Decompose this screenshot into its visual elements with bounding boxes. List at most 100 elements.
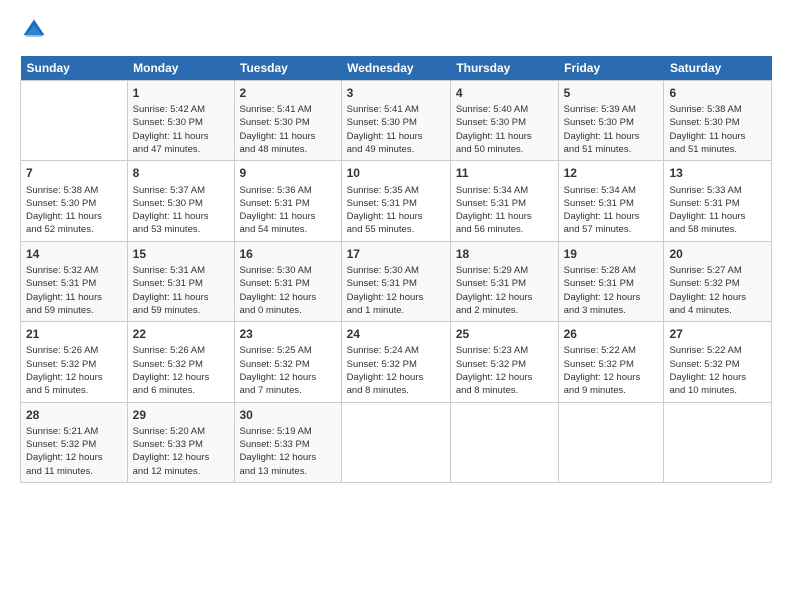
day-info: Sunrise: 5:19 AM Sunset: 5:33 PM Dayligh… — [240, 425, 336, 478]
day-info: Sunrise: 5:25 AM Sunset: 5:32 PM Dayligh… — [240, 344, 336, 397]
day-info: Sunrise: 5:27 AM Sunset: 5:32 PM Dayligh… — [669, 264, 766, 317]
day-number: 21 — [26, 326, 122, 342]
day-info: Sunrise: 5:21 AM Sunset: 5:32 PM Dayligh… — [26, 425, 122, 478]
day-info: Sunrise: 5:22 AM Sunset: 5:32 PM Dayligh… — [564, 344, 659, 397]
day-number: 9 — [240, 165, 336, 181]
day-cell: 23 Sunrise: 5:25 AM Sunset: 5:32 PM Dayli… — [234, 322, 341, 402]
day-info: Sunrise: 5:26 AM Sunset: 5:32 PM Dayligh… — [26, 344, 122, 397]
day-number: 22 — [133, 326, 229, 342]
day-cell: 5 Sunrise: 5:39 AM Sunset: 5:30 PM Daylig… — [558, 81, 664, 161]
header-cell-thursday: Thursday — [450, 56, 558, 81]
calendar-table: SundayMondayTuesdayWednesdayThursdayFrid… — [20, 56, 772, 483]
day-info: Sunrise: 5:39 AM Sunset: 5:30 PM Dayligh… — [564, 103, 659, 156]
day-cell: 19Sunrise: 5:28 AM Sunset: 5:31 PM Dayli… — [558, 241, 664, 321]
day-info: Sunrise: 5:34 AM Sunset: 5:31 PM Dayligh… — [456, 184, 553, 237]
day-number: 30 — [240, 407, 336, 423]
day-number: 2 — [240, 85, 336, 101]
day-cell: 4 Sunrise: 5:40 AM Sunset: 5:30 PM Daylig… — [450, 81, 558, 161]
header-cell-monday: Monday — [127, 56, 234, 81]
logo-icon — [20, 16, 48, 44]
day-number: 16 — [240, 246, 336, 262]
day-number: 27 — [669, 326, 766, 342]
day-number: 4 — [456, 85, 553, 101]
day-cell — [341, 402, 450, 482]
day-cell: 26 Sunrise: 5:22 AM Sunset: 5:32 PM Dayli… — [558, 322, 664, 402]
header-cell-tuesday: Tuesday — [234, 56, 341, 81]
day-cell — [450, 402, 558, 482]
day-number: 15 — [133, 246, 229, 262]
day-info: Sunrise: 5:29 AM Sunset: 5:31 PM Dayligh… — [456, 264, 553, 317]
day-info: Sunrise: 5:20 AM Sunset: 5:33 PM Dayligh… — [133, 425, 229, 478]
calendar-body: 1 Sunrise: 5:42 AM Sunset: 5:30 PM Daylig… — [21, 81, 772, 483]
header-cell-saturday: Saturday — [664, 56, 772, 81]
week-row-3: 14 Sunrise: 5:32 AM Sunset: 5:31 PM Dayli… — [21, 241, 772, 321]
day-info: Sunrise: 5:40 AM Sunset: 5:30 PM Dayligh… — [456, 103, 553, 156]
day-info: Sunrise: 5:31 AM Sunset: 5:31 PM Dayligh… — [133, 264, 229, 317]
day-info: Sunrise: 5:41 AM Sunset: 5:30 PM Dayligh… — [240, 103, 336, 156]
day-number: 11 — [456, 165, 553, 181]
day-info: Sunrise: 5:41 AM Sunset: 5:30 PM Dayligh… — [347, 103, 445, 156]
day-info: Sunrise: 5:23 AM Sunset: 5:32 PM Dayligh… — [456, 344, 553, 397]
day-cell: 12Sunrise: 5:34 AM Sunset: 5:31 PM Dayli… — [558, 161, 664, 241]
day-cell: 11 Sunrise: 5:34 AM Sunset: 5:31 PM Dayli… — [450, 161, 558, 241]
day-number: 8 — [133, 165, 229, 181]
header-cell-friday: Friday — [558, 56, 664, 81]
day-cell: 24 Sunrise: 5:24 AM Sunset: 5:32 PM Dayli… — [341, 322, 450, 402]
day-number: 14 — [26, 246, 122, 262]
day-cell: 13Sunrise: 5:33 AM Sunset: 5:31 PM Dayli… — [664, 161, 772, 241]
day-cell — [21, 81, 128, 161]
day-number: 17 — [347, 246, 445, 262]
day-number: 6 — [669, 85, 766, 101]
day-info: Sunrise: 5:38 AM Sunset: 5:30 PM Dayligh… — [26, 184, 122, 237]
day-number: 18 — [456, 246, 553, 262]
day-info: Sunrise: 5:30 AM Sunset: 5:31 PM Dayligh… — [240, 264, 336, 317]
day-number: 20 — [669, 246, 766, 262]
day-info: Sunrise: 5:38 AM Sunset: 5:30 PM Dayligh… — [669, 103, 766, 156]
day-cell: 17 Sunrise: 5:30 AM Sunset: 5:31 PM Dayli… — [341, 241, 450, 321]
day-cell: 10Sunrise: 5:35 AM Sunset: 5:31 PM Dayli… — [341, 161, 450, 241]
day-info: Sunrise: 5:24 AM Sunset: 5:32 PM Dayligh… — [347, 344, 445, 397]
day-number: 25 — [456, 326, 553, 342]
day-cell: 20 Sunrise: 5:27 AM Sunset: 5:32 PM Dayli… — [664, 241, 772, 321]
week-row-4: 21 Sunrise: 5:26 AM Sunset: 5:32 PM Dayli… — [21, 322, 772, 402]
day-cell: 1 Sunrise: 5:42 AM Sunset: 5:30 PM Daylig… — [127, 81, 234, 161]
day-info: Sunrise: 5:26 AM Sunset: 5:32 PM Dayligh… — [133, 344, 229, 397]
day-cell — [664, 402, 772, 482]
day-number: 29 — [133, 407, 229, 423]
day-cell: 9 Sunrise: 5:36 AM Sunset: 5:31 PM Daylig… — [234, 161, 341, 241]
week-row-1: 1 Sunrise: 5:42 AM Sunset: 5:30 PM Daylig… — [21, 81, 772, 161]
week-row-2: 7 Sunrise: 5:38 AM Sunset: 5:30 PM Daylig… — [21, 161, 772, 241]
day-number: 10 — [347, 165, 445, 181]
logo — [20, 16, 52, 44]
day-info: Sunrise: 5:42 AM Sunset: 5:30 PM Dayligh… — [133, 103, 229, 156]
day-cell: 15 Sunrise: 5:31 AM Sunset: 5:31 PM Dayli… — [127, 241, 234, 321]
day-number: 23 — [240, 326, 336, 342]
calendar-header: SundayMondayTuesdayWednesdayThursdayFrid… — [21, 56, 772, 81]
day-number: 1 — [133, 85, 229, 101]
day-info: Sunrise: 5:30 AM Sunset: 5:31 PM Dayligh… — [347, 264, 445, 317]
day-info: Sunrise: 5:28 AM Sunset: 5:31 PM Dayligh… — [564, 264, 659, 317]
day-number: 26 — [564, 326, 659, 342]
header-cell-sunday: Sunday — [21, 56, 128, 81]
day-info: Sunrise: 5:33 AM Sunset: 5:31 PM Dayligh… — [669, 184, 766, 237]
day-number: 24 — [347, 326, 445, 342]
day-number: 3 — [347, 85, 445, 101]
day-cell: 2 Sunrise: 5:41 AM Sunset: 5:30 PM Daylig… — [234, 81, 341, 161]
header-cell-wednesday: Wednesday — [341, 56, 450, 81]
day-info: Sunrise: 5:37 AM Sunset: 5:30 PM Dayligh… — [133, 184, 229, 237]
day-cell: 27Sunrise: 5:22 AM Sunset: 5:32 PM Dayli… — [664, 322, 772, 402]
day-number: 7 — [26, 165, 122, 181]
day-info: Sunrise: 5:36 AM Sunset: 5:31 PM Dayligh… — [240, 184, 336, 237]
day-cell: 25 Sunrise: 5:23 AM Sunset: 5:32 PM Dayli… — [450, 322, 558, 402]
day-cell: 18 Sunrise: 5:29 AM Sunset: 5:31 PM Dayli… — [450, 241, 558, 321]
day-cell: 8 Sunrise: 5:37 AM Sunset: 5:30 PM Daylig… — [127, 161, 234, 241]
day-number: 12 — [564, 165, 659, 181]
day-cell: 3 Sunrise: 5:41 AM Sunset: 5:30 PM Daylig… — [341, 81, 450, 161]
day-cell: 29 Sunrise: 5:20 AM Sunset: 5:33 PM Dayli… — [127, 402, 234, 482]
week-row-5: 28Sunrise: 5:21 AM Sunset: 5:32 PM Dayli… — [21, 402, 772, 482]
day-cell: 30 Sunrise: 5:19 AM Sunset: 5:33 PM Dayli… — [234, 402, 341, 482]
day-number: 5 — [564, 85, 659, 101]
day-info: Sunrise: 5:32 AM Sunset: 5:31 PM Dayligh… — [26, 264, 122, 317]
header-row: SundayMondayTuesdayWednesdayThursdayFrid… — [21, 56, 772, 81]
day-cell: 7 Sunrise: 5:38 AM Sunset: 5:30 PM Daylig… — [21, 161, 128, 241]
